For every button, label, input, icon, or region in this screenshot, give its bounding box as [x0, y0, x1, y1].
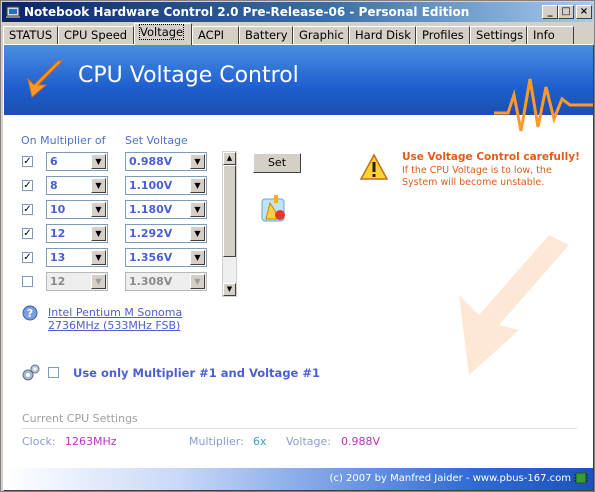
pulse-graphic: [494, 78, 593, 132]
only-first-checkbox[interactable]: [48, 367, 59, 378]
voltage-select[interactable]: 1.356V ▼: [125, 248, 207, 267]
multiplier-select[interactable]: 6 ▼: [46, 152, 108, 171]
app-window: Notebook Hardware Control 2.0 Pre-Releas…: [0, 0, 595, 492]
tab-voltage[interactable]: Voltage: [134, 23, 192, 45]
current-settings-title: Current CPU Settings: [22, 412, 138, 425]
help-question-icon[interactable]: ?: [22, 305, 38, 321]
divider: [22, 428, 577, 429]
row-enable-checkbox[interactable]: ✓: [22, 156, 33, 167]
multiplier-column-header: On Multiplier of: [21, 134, 106, 147]
voltage-column-header: Set Voltage: [125, 134, 188, 147]
warning-title: Use Voltage Control carefully!: [402, 151, 580, 163]
set-button[interactable]: Set: [253, 153, 301, 173]
multiplier-select[interactable]: 8 ▼: [46, 176, 108, 195]
warning-text: If the CPU Voltage is to low, the System…: [402, 165, 552, 188]
multiplier-select[interactable]: 10 ▼: [46, 200, 108, 219]
tab-info[interactable]: Info: [527, 26, 574, 44]
multiplier-select[interactable]: 12 ▼: [46, 224, 108, 243]
rows-scrollbar[interactable]: ▲ ▼: [222, 151, 237, 297]
clock-value: 1263MHz: [65, 435, 117, 448]
maximize-button[interactable]: □: [558, 5, 574, 19]
tab-acpi[interactable]: ACPI: [192, 26, 239, 44]
multiplier-value: 6x: [253, 435, 267, 448]
only-first-label: Use only Multiplier #1 and Voltage #1: [73, 366, 320, 380]
voltage-select[interactable]: 1.100V ▼: [125, 176, 207, 195]
voltage-panel: CPU Voltage Control On Multiplier of Set…: [3, 44, 594, 491]
voltage-select: 1.308V ▼: [125, 272, 207, 291]
voltage-value: 0.988V: [341, 435, 381, 448]
voltage-select[interactable]: 1.292V ▼: [125, 224, 207, 243]
tab-status[interactable]: STATUS: [3, 26, 58, 44]
window-title: Notebook Hardware Control 2.0 Pre-Releas…: [24, 5, 470, 19]
row-enable-checkbox[interactable]: ✓: [22, 204, 33, 215]
header-banner: CPU Voltage Control: [4, 45, 593, 132]
tab-profiles[interactable]: Profiles: [416, 26, 470, 44]
voltage-label: Voltage:: [286, 435, 331, 448]
tab-cpu-speed[interactable]: CPU Speed: [58, 26, 134, 44]
scroll-up-button[interactable]: ▲: [223, 152, 236, 165]
warning-triangle-icon: [359, 153, 389, 180]
multiplier-select: 12 ▼: [46, 272, 108, 291]
tab-battery[interactable]: Battery: [239, 26, 293, 44]
cpu-info-link[interactable]: Intel Pentium M Sonoma 2736MHz (533MHz F…: [48, 306, 182, 332]
tab-graphic[interactable]: Graphic: [293, 26, 349, 44]
tab-hard-disk[interactable]: Hard Disk: [349, 26, 416, 44]
row-enable-checkbox[interactable]: [22, 276, 33, 287]
chip-icon: [574, 472, 588, 484]
tab-bar: STATUS CPU Speed Voltage ACPI Battery Gr…: [3, 23, 593, 45]
app-icon: [6, 6, 20, 18]
cpu-frequency: 2736MHz (533MHz FSB): [48, 319, 181, 332]
minimize-button[interactable]: _: [542, 5, 558, 19]
scroll-down-button[interactable]: ▼: [223, 283, 236, 296]
page-title: CPU Voltage Control: [78, 63, 299, 88]
svg-text:?: ?: [27, 307, 33, 320]
title-bar[interactable]: Notebook Hardware Control 2.0 Pre-Releas…: [2, 2, 593, 22]
scroll-thumb[interactable]: [223, 165, 236, 257]
close-button[interactable]: ×: [576, 5, 592, 19]
tab-settings[interactable]: Settings: [470, 26, 527, 44]
apply-voltage-icon[interactable]: [260, 193, 290, 225]
orange-arrow-icon: [27, 60, 64, 98]
row-enable-checkbox[interactable]: ✓: [22, 180, 33, 191]
cpu-name: Intel Pentium M Sonoma: [48, 306, 183, 319]
row-enable-checkbox[interactable]: ✓: [22, 228, 33, 239]
multiplier-label: Multiplier:: [189, 435, 244, 448]
voltage-select[interactable]: 0.988V ▼: [125, 152, 207, 171]
row-enable-checkbox[interactable]: ✓: [22, 252, 33, 263]
clock-label: Clock:: [22, 435, 56, 448]
footer-bar: (c) 2007 by Manfred Jaider - www.pbus-16…: [4, 468, 593, 490]
multiplier-select[interactable]: 13 ▼: [46, 248, 108, 267]
watermark-arrow-graphic: [459, 235, 569, 375]
copyright-text: (c) 2007 by Manfred Jaider - www.pbus-16…: [329, 473, 571, 484]
voltage-select[interactable]: 1.180V ▼: [125, 200, 207, 219]
gears-icon: [22, 364, 40, 381]
